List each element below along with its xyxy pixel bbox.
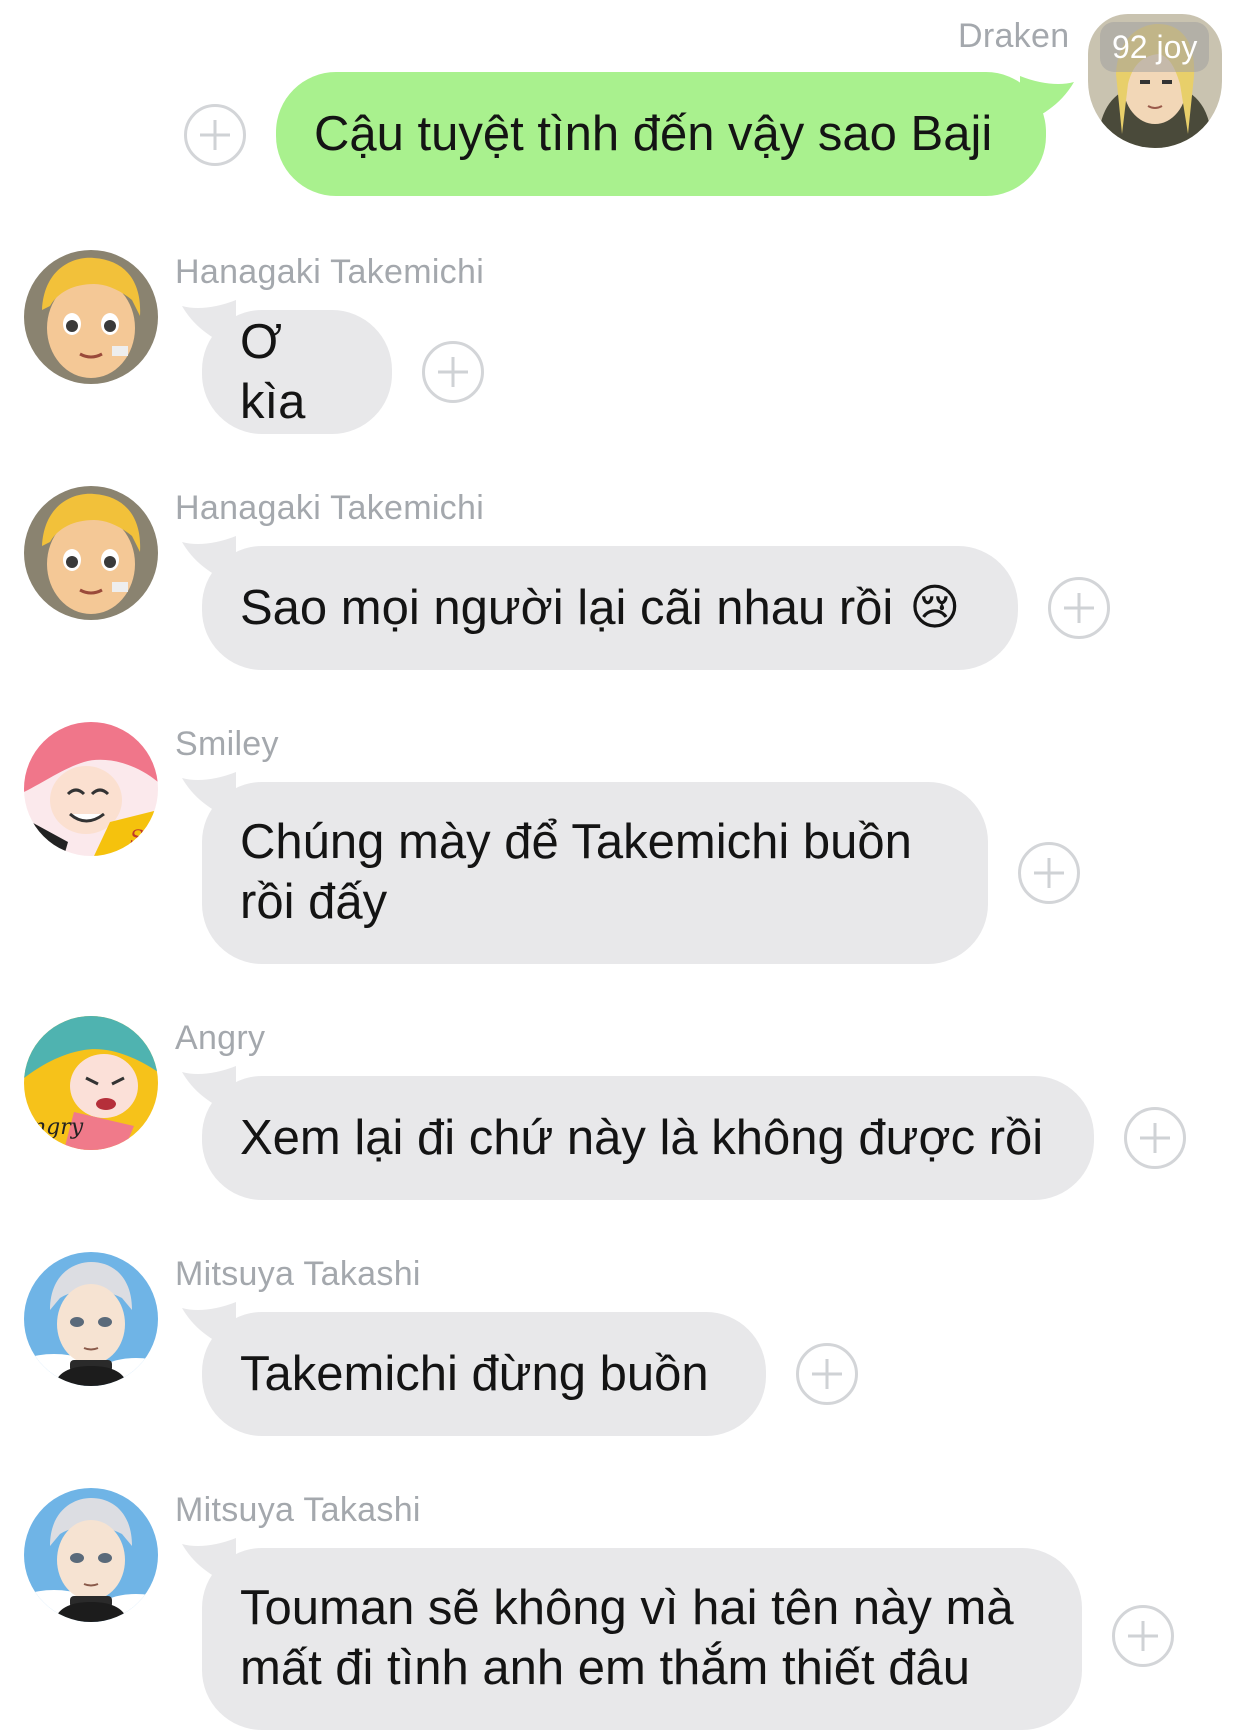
incoming-message-bubble[interactable]: Xem lại đi chứ này là không được rồi (202, 1076, 1094, 1200)
takemichi-avatar[interactable] (24, 486, 158, 620)
outgoing-message-bubble[interactable]: Cậu tuyệt tình đến vậy sao Baji (276, 72, 1046, 196)
sender-name: Mitsuya Takashi (175, 1255, 421, 1293)
incoming-message-bubble[interactable]: Touman sẽ không vì hai tên này mà mất đi… (202, 1548, 1082, 1730)
mitsuya-avatar[interactable] (24, 1488, 158, 1622)
sender-name: Hanagaki Takemichi (175, 253, 485, 291)
message-text: Xem lại đi chứ này là không được rồi (240, 1111, 1044, 1165)
message-text: Cậu tuyệt tình đến vậy sao Baji (314, 107, 993, 161)
plus-circle-icon[interactable] (1048, 577, 1110, 639)
takemichi-avatar[interactable] (24, 250, 158, 384)
message-text-line: Touman sẽ không vì hai tên này mà (240, 1581, 1014, 1635)
message-text-line: mất đi tình anh em thắm thiết đâu (240, 1641, 970, 1695)
message-text-line: rồi đấy (240, 875, 388, 929)
svg-text:ngry: ngry (32, 1115, 84, 1140)
message-text: Takemichi đừng buồn (240, 1347, 709, 1401)
message-text: Ơ kìa (240, 315, 306, 429)
svg-text:S: S (130, 825, 144, 849)
mitsuya-avatar[interactable] (24, 1252, 158, 1386)
plus-circle-icon[interactable] (1124, 1107, 1186, 1169)
joy-badge: 92 joy (1100, 22, 1210, 72)
plus-circle-icon[interactable] (1112, 1605, 1174, 1667)
incoming-message-bubble[interactable]: Chúng mày để Takemichi buồn rồi đấy (202, 782, 988, 964)
plus-circle-icon[interactable] (1018, 842, 1080, 904)
plus-circle-icon[interactable] (184, 104, 246, 166)
sender-name: Hanagaki Takemichi (175, 489, 485, 527)
sender-name: Draken (958, 17, 1070, 55)
incoming-message-bubble[interactable]: Takemichi đừng buồn (202, 1312, 766, 1436)
angry-avatar[interactable]: ngry (24, 1016, 158, 1150)
sender-name: Angry (175, 1019, 266, 1057)
plus-circle-icon[interactable] (796, 1343, 858, 1405)
incoming-message-bubble[interactable]: Sao mọi người lại cãi nhau rồi 😢 (202, 546, 1018, 670)
plus-circle-icon[interactable] (422, 341, 484, 403)
message-text: Sao mọi người lại cãi nhau rồi (240, 581, 894, 635)
sender-name: Mitsuya Takashi (175, 1491, 421, 1529)
message-text-line: Chúng mày để Takemichi buồn (240, 815, 912, 869)
sender-name: Smiley (175, 725, 279, 763)
bubble-tail (1020, 76, 1074, 126)
smiley-avatar[interactable]: S (24, 722, 158, 856)
crying-face-emoji: 😢 (909, 581, 961, 635)
incoming-message-bubble[interactable]: Ơ kìa (202, 310, 392, 434)
